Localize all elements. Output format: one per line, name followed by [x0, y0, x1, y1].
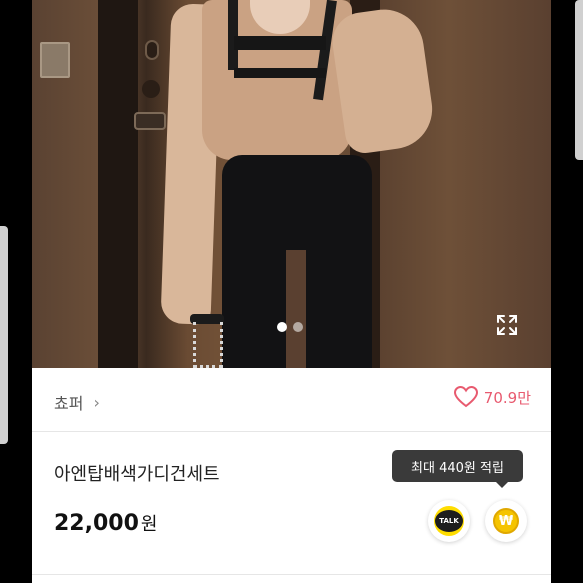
photo-shape — [228, 0, 238, 70]
shop-row[interactable]: 쵸퍼 › 70.9만 — [32, 368, 551, 432]
photo-bg — [142, 80, 160, 98]
like-count: 70.9만 — [483, 388, 531, 407]
photo-bg — [98, 0, 138, 368]
right-system-handle[interactable] — [575, 0, 583, 160]
left-system-handle[interactable] — [0, 226, 8, 444]
product-price: 22,000 원 — [54, 510, 157, 536]
talk-label: TALK — [435, 510, 463, 532]
reward-tooltip: 최대 440원 적립 — [392, 450, 523, 488]
photo-bg — [145, 40, 159, 60]
photo-bg — [40, 42, 70, 78]
product-image-gallery[interactable] — [32, 0, 551, 368]
price-unit: 원 — [140, 514, 158, 535]
pagination-dot-1[interactable] — [277, 322, 287, 332]
pagination-dot-2[interactable] — [293, 322, 303, 332]
expand-icon[interactable] — [495, 313, 519, 337]
photo-shape — [193, 322, 223, 368]
price-value: 22,000 — [54, 511, 139, 536]
photo-shape — [234, 68, 326, 78]
shop-link[interactable]: 쵸퍼 › — [54, 390, 100, 414]
won-coin-icon: ₩ — [493, 508, 519, 534]
pay-button[interactable]: ₩ — [485, 500, 527, 542]
gallery-pagination — [277, 322, 303, 332]
kakao-talk-icon: TALK — [434, 506, 464, 536]
shop-name: 쵸퍼 — [54, 394, 84, 413]
divider — [32, 574, 551, 575]
product-screen: 쵸퍼 › 70.9만 아엔탑배색가디건세트 22,000 원 최대 440원 적… — [32, 0, 551, 583]
product-model — [160, 0, 438, 368]
heart-icon — [453, 386, 478, 408]
kakao-talk-button[interactable]: TALK — [428, 500, 470, 542]
photo-shape — [286, 250, 306, 368]
photo-shape — [234, 36, 326, 50]
like-button[interactable]: 70.9만 — [453, 386, 531, 408]
product-title: 아엔탑배색가디건세트 — [54, 464, 220, 485]
chevron-right-icon: › — [93, 392, 100, 412]
